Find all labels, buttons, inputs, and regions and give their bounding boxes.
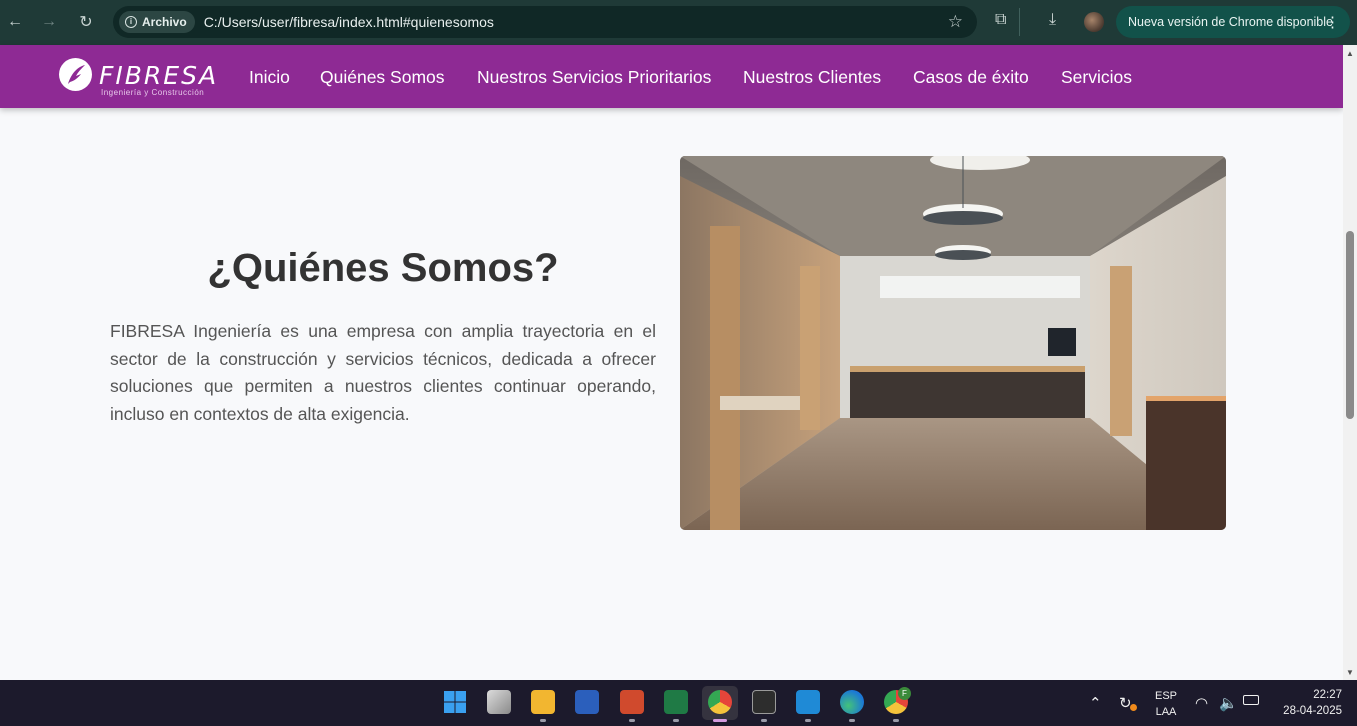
more-menu-icon[interactable]: ⋮ (1325, 13, 1340, 31)
extensions-icon[interactable]: ⧉ (995, 11, 1006, 29)
wifi-icon[interactable]: ◠ (1195, 694, 1208, 712)
nav-clientes[interactable]: Nuestros Clientes (743, 67, 881, 88)
forward-icon[interactable]: → (35, 8, 63, 36)
excel-icon[interactable] (664, 690, 688, 714)
site-logo[interactable]: FIBRESA Ingeniería y Construcción (59, 57, 216, 97)
vscode-icon[interactable] (796, 690, 820, 714)
about-paragraph: FIBRESA Ingeniería es una empresa con am… (110, 321, 656, 424)
site-navbar: FIBRESA Ingeniería y Construcción Inicio… (0, 45, 1343, 108)
url-text[interactable]: C:/Users/user/fibresa/index.html#quienes… (204, 14, 494, 30)
nav-servicios-prioritarios[interactable]: Nuestros Servicios Prioritarios (477, 67, 711, 88)
scroll-down-arrow-icon[interactable]: ▼ (1346, 668, 1354, 677)
scroll-up-arrow-icon[interactable]: ▲ (1346, 49, 1354, 58)
chrome-profile-running-dot (893, 719, 899, 722)
chrome-active-indicator (713, 719, 727, 722)
excel-running-dot (673, 719, 679, 722)
terminal-running-dot (761, 719, 767, 722)
windows-taskbar: F ⌃ ↻ ESP LAA ◠ 🔈 22:27 28-04-2025 (0, 680, 1357, 726)
site-info-chip[interactable]: i Archivo (119, 11, 195, 33)
logo-tagline: Ingeniería y Construcción (101, 88, 205, 97)
clock-time[interactable]: 22:27 (1270, 689, 1342, 701)
edge-icon[interactable] (840, 690, 864, 714)
terminal-icon[interactable] (752, 690, 776, 714)
info-icon: i (125, 16, 137, 28)
windows-start-icon[interactable] (443, 690, 467, 714)
sync-alert-dot (1130, 704, 1137, 711)
page-scrollbar[interactable]: ▲ ▼ (1343, 45, 1357, 680)
office-interior-photo (680, 156, 1226, 530)
chrome-icon[interactable] (708, 690, 732, 714)
download-icon[interactable]: ⤓ (1049, 11, 1056, 29)
nav-quienes-somos[interactable]: Quiénes Somos (320, 67, 445, 88)
edge-running-dot (849, 719, 855, 722)
language-code[interactable]: ESP (1152, 690, 1180, 702)
chrome-profile-badge: F (898, 687, 911, 700)
address-bar[interactable]: i Archivo C:/Users/user/fibresa/index.ht… (113, 6, 977, 38)
site-chip-label: Archivo (142, 15, 187, 29)
powerpoint-icon[interactable] (620, 690, 644, 714)
bookmark-star-icon[interactable]: ☆ (948, 12, 963, 32)
update-label: Nueva versión de Chrome disponible (1128, 15, 1333, 29)
tray-overflow-chevron-icon[interactable]: ⌃ (1089, 694, 1102, 712)
clock-date[interactable]: 28-04-2025 (1262, 705, 1342, 717)
file-explorer-icon[interactable] (531, 690, 555, 714)
logo-wordmark: FIBRESA (99, 61, 219, 90)
back-icon[interactable]: ← (1, 8, 29, 36)
word-icon[interactable] (575, 690, 599, 714)
powerpoint-running-dot (629, 719, 635, 722)
section-title: ¿Quiénes Somos? (207, 246, 559, 290)
feather-logo-icon (59, 58, 92, 91)
profile-avatar[interactable] (1084, 12, 1104, 32)
reload-icon[interactable]: ↻ (72, 8, 100, 36)
keyboard-layout[interactable]: LAA (1152, 706, 1180, 718)
toolbar-divider (1019, 8, 1020, 36)
nav-servicios[interactable]: Servicios (1061, 67, 1132, 88)
battery-icon[interactable] (1243, 695, 1259, 705)
vscode-running-dot (805, 719, 811, 722)
nav-casos-exito[interactable]: Casos de éxito (913, 67, 1029, 88)
scroll-thumb[interactable] (1346, 231, 1354, 419)
nav-inicio[interactable]: Inicio (249, 67, 290, 88)
file-explorer-running-dot (540, 719, 546, 722)
task-view-icon[interactable] (487, 690, 511, 714)
volume-icon[interactable]: 🔈 (1219, 694, 1238, 712)
browser-toolbar: ← → ↻ i Archivo C:/Users/user/fibresa/in… (0, 0, 1357, 45)
chrome-update-button[interactable]: Nueva versión de Chrome disponible ⋮ (1116, 6, 1350, 38)
